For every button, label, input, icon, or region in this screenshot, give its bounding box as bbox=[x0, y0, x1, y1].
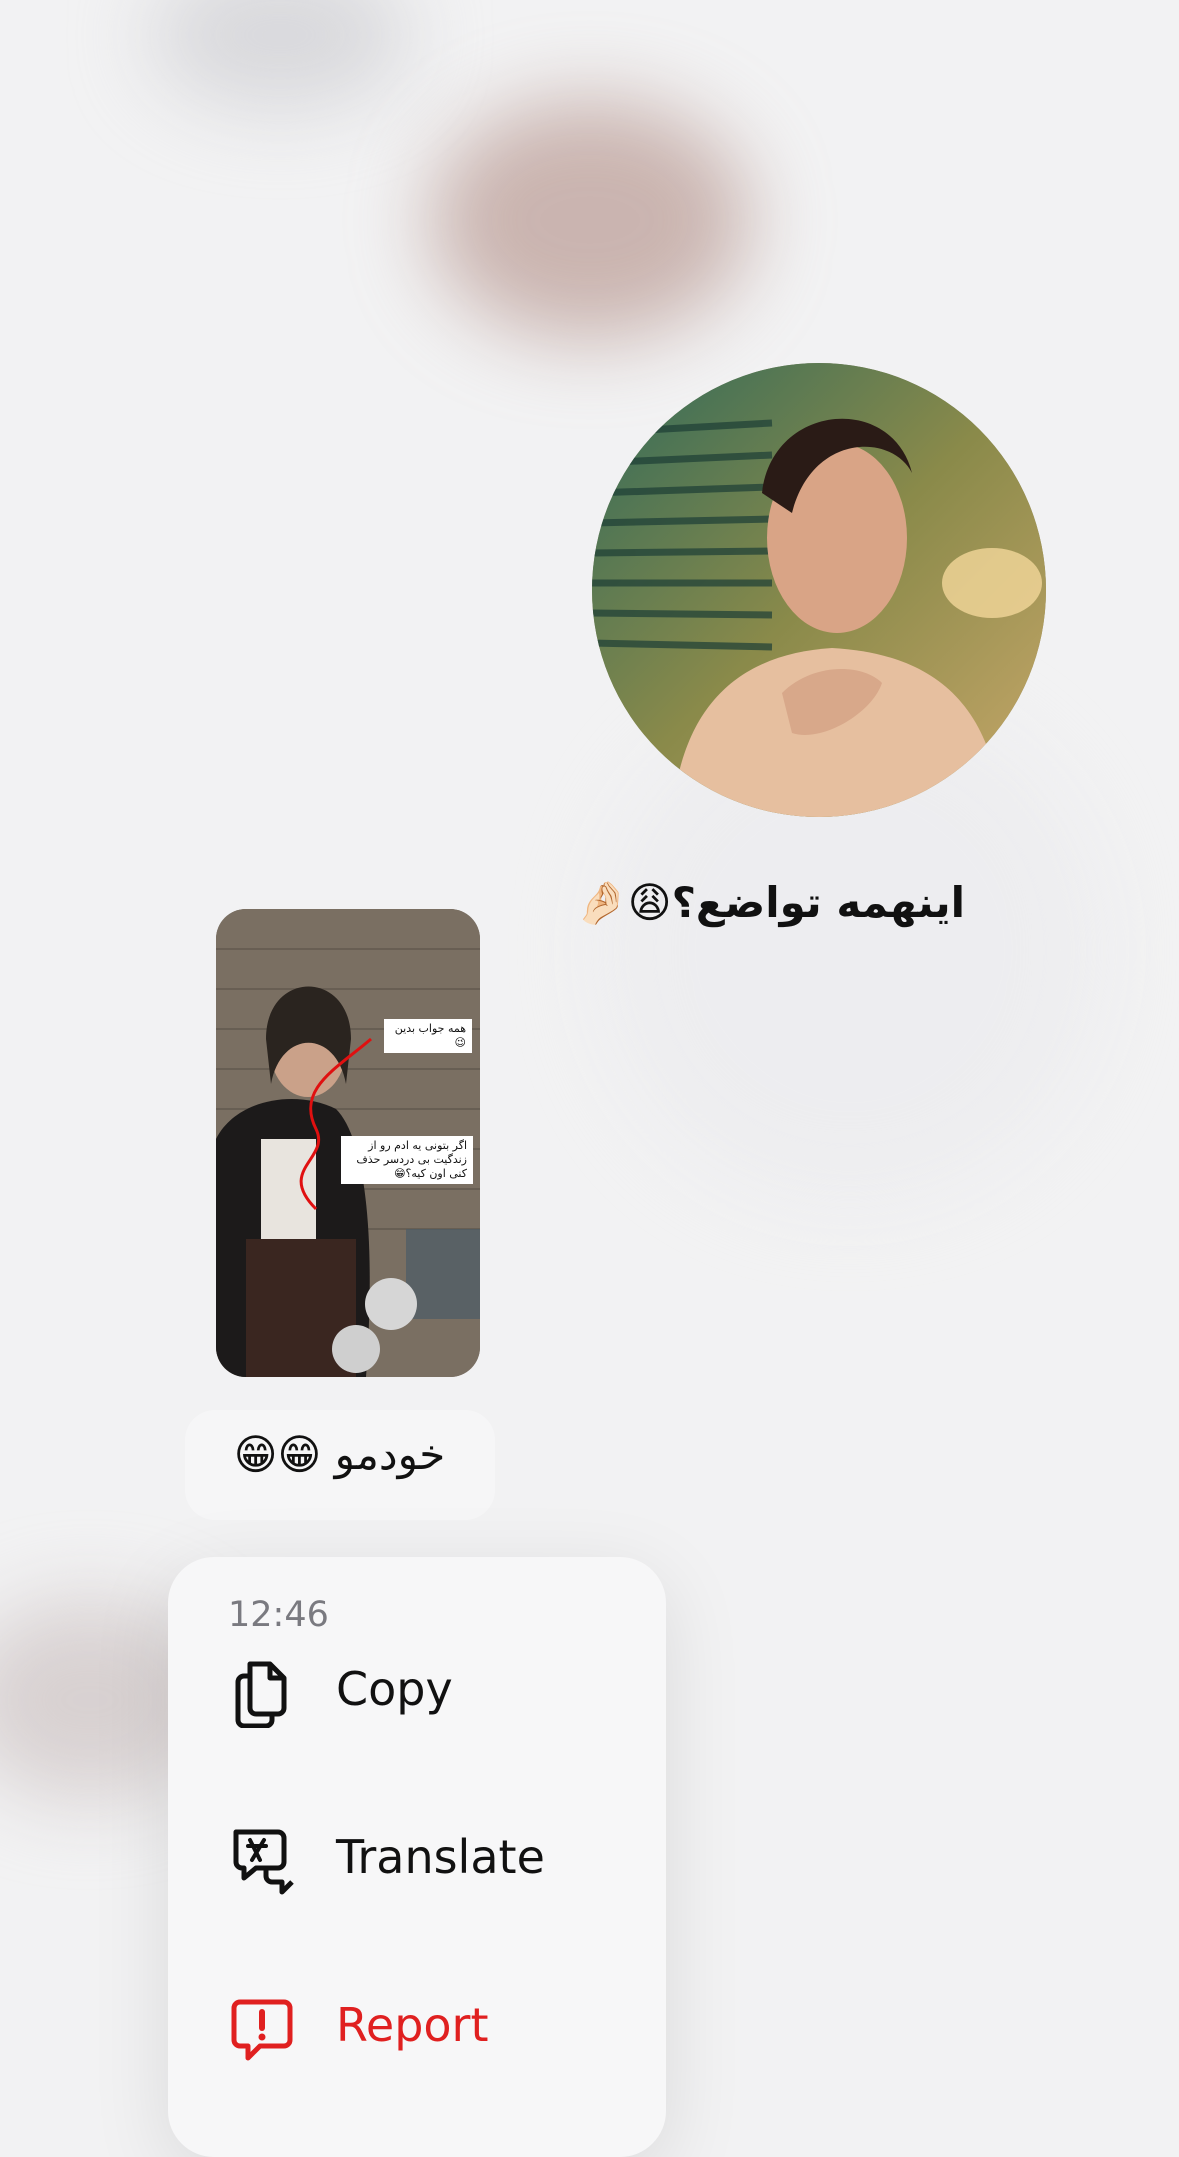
report-icon bbox=[231, 1999, 293, 2061]
round-video-message[interactable] bbox=[592, 363, 1046, 817]
round-video-frame bbox=[592, 363, 1046, 817]
menu-item-copy[interactable]: Copy bbox=[168, 1630, 666, 1750]
translate-icon bbox=[233, 1829, 294, 1895]
menu-item-label: Report bbox=[336, 1998, 489, 2052]
round-video-caption: اینهمه تواضع؟😩🤌🏻 bbox=[575, 878, 965, 927]
story-sticker-question: همه جواب بدین😉 bbox=[384, 1019, 472, 1053]
menu-item-label: Copy bbox=[336, 1662, 453, 1716]
menu-item-label: Translate bbox=[336, 1830, 545, 1884]
background-blur bbox=[430, 100, 750, 340]
message-text: خودمو 😁😁 bbox=[233, 1430, 446, 1479]
story-thumbnail[interactable]: همه جواب بدین😉 اگر بتونی یه ادم رو از زن… bbox=[216, 909, 480, 1377]
message-time: 12:46 bbox=[228, 1595, 329, 1635]
menu-item-translate[interactable]: Translate bbox=[168, 1798, 666, 1918]
background-blur bbox=[150, 0, 410, 110]
menu-item-report[interactable]: Report bbox=[168, 1966, 666, 2086]
copy-icon bbox=[235, 1661, 287, 1728]
story-sticker-text: اگر بتونی یه ادم رو از زندگیت بی دردسر ح… bbox=[341, 1136, 473, 1184]
